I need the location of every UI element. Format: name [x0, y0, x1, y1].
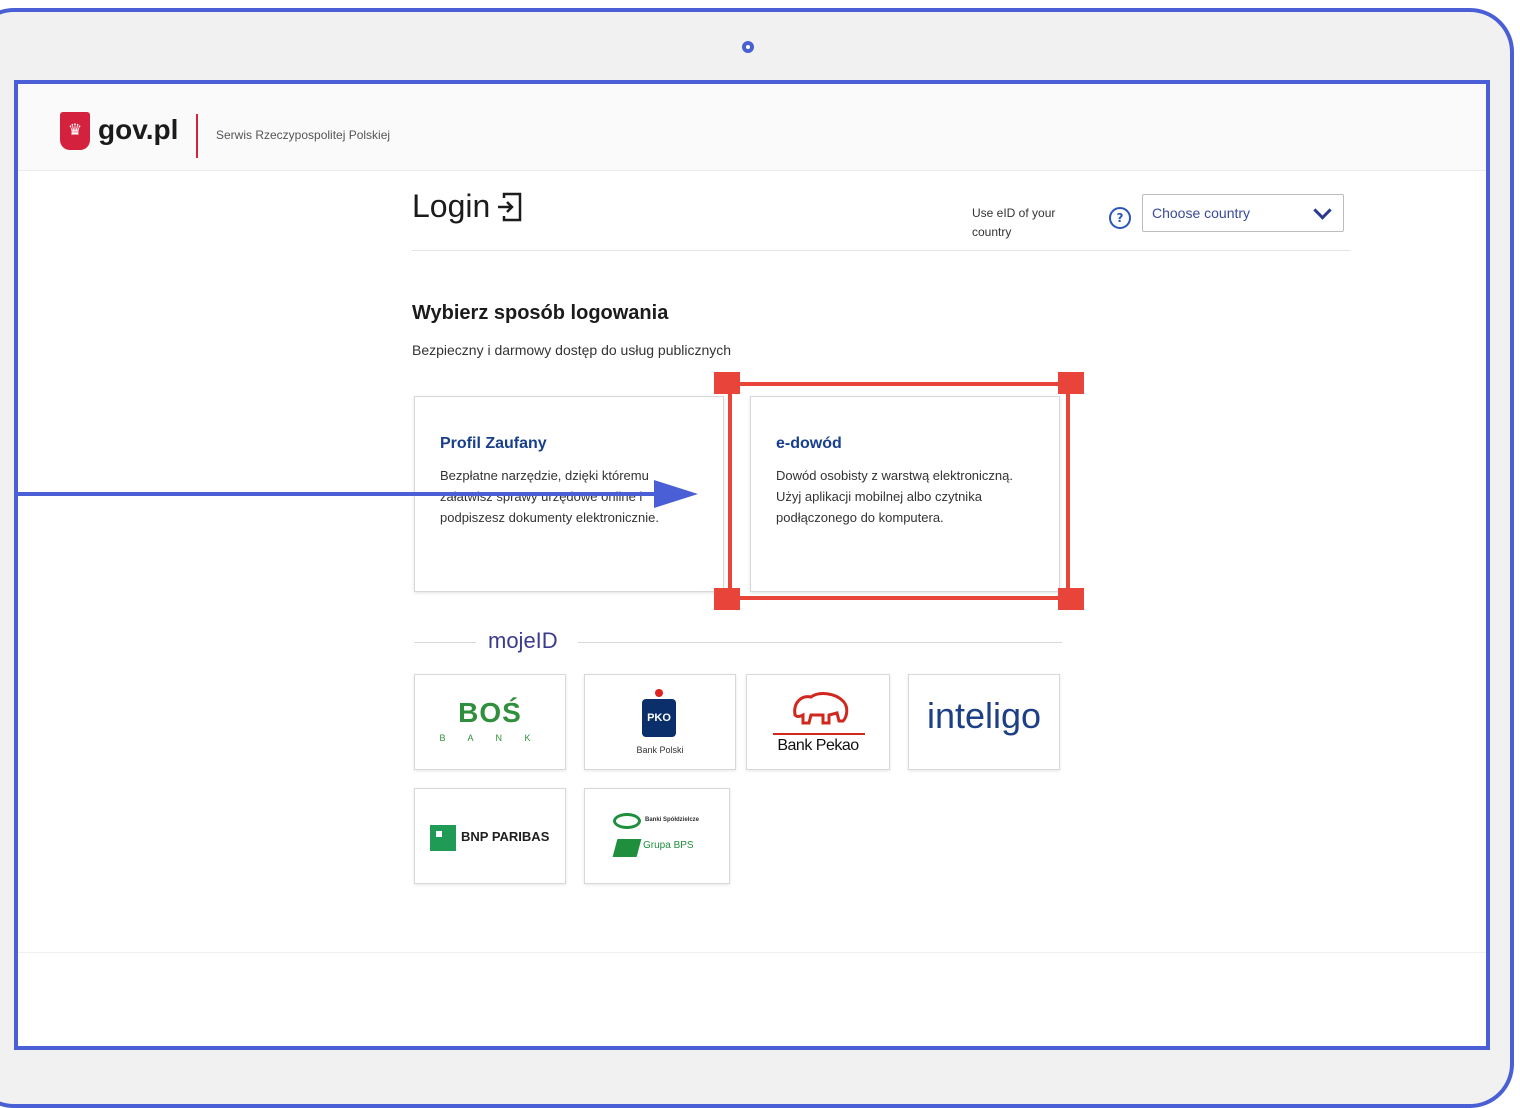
- bps-flag-icon: [612, 839, 642, 857]
- brand-logo[interactable]: gov.pl: [98, 114, 178, 146]
- brand-subtitle: Serwis Rzeczypospolitej Polskiej: [216, 128, 391, 142]
- screen: ♛ gov.pl Serwis Rzeczypospolitej Polskie…: [14, 80, 1490, 1050]
- top-bar: ♛ gov.pl Serwis Rzeczypospolitej Polskie…: [18, 84, 1486, 171]
- login-icon: [498, 192, 522, 222]
- highlight-corner: [1058, 372, 1084, 394]
- section-subtitle: Bezpieczny i darmowy dostęp do usług pub…: [412, 342, 732, 358]
- bank-logo-text: inteligo: [926, 695, 1042, 736]
- poland-emblem-icon: ♛: [60, 112, 90, 150]
- bank-inteligo-button[interactable]: inteligo: [908, 674, 1060, 770]
- bank-logo-text: BOŚ: [458, 697, 522, 728]
- brand-separator: [196, 114, 198, 158]
- bank-logo-bar: [773, 733, 865, 735]
- bank-logo-text: Banki Spółdzielcze: [645, 817, 700, 823]
- bank-logo-text: PKO: [642, 699, 676, 737]
- bank-pko-button[interactable]: PKO Bank Polski: [584, 674, 736, 770]
- page-title: Login: [412, 188, 491, 224]
- country-select[interactable]: Choose country: [1142, 194, 1344, 232]
- bank-logo-sub: B A N K: [439, 733, 541, 743]
- eid-label: Use eID of your country: [972, 206, 1056, 239]
- bnp-stars-icon: [430, 825, 456, 851]
- bank-bnp-paribas-button[interactable]: BNP PARIBAS: [414, 788, 566, 884]
- highlight-corner: [1058, 588, 1084, 610]
- pko-dot-icon: [655, 689, 663, 697]
- highlight-frame: [714, 372, 1084, 610]
- divider: [414, 642, 476, 643]
- highlight-corner: [714, 588, 740, 610]
- bank-logo-text: BNP PARIBAS: [461, 829, 550, 844]
- login-header: Login Use eID of your country ? Choose c…: [412, 180, 1350, 251]
- chevron-down-icon: [1313, 201, 1332, 220]
- mojeid-label: mojeID: [488, 628, 558, 653]
- section-title: Wybierz sposób logowania: [412, 302, 669, 324]
- bps-logo-icon: [613, 813, 641, 829]
- bison-icon: [793, 692, 849, 725]
- bank-pekao-button[interactable]: Bank Pekao: [746, 674, 890, 770]
- arrow-right-icon: [18, 492, 656, 496]
- country-select-value: Choose country: [1152, 205, 1251, 221]
- help-icon[interactable]: ?: [1109, 207, 1131, 229]
- highlight-corner: [714, 372, 740, 394]
- bank-logo-text: Bank Pekao: [777, 737, 859, 754]
- star-icon: [436, 831, 442, 837]
- arrow-head: [654, 480, 698, 508]
- bank-bps-button[interactable]: Banki Spółdzielcze Grupa BPS: [584, 788, 730, 884]
- bank-logo-sub: Bank Polski: [636, 745, 684, 755]
- divider: [578, 642, 1062, 643]
- bank-bos-button[interactable]: BOŚ B A N K: [414, 674, 566, 770]
- card-title: Profil Zaufany: [440, 435, 547, 452]
- bank-logo-sub: Grupa BPS: [643, 840, 694, 851]
- camera-icon: [742, 41, 754, 53]
- footer-divider: [18, 952, 1486, 953]
